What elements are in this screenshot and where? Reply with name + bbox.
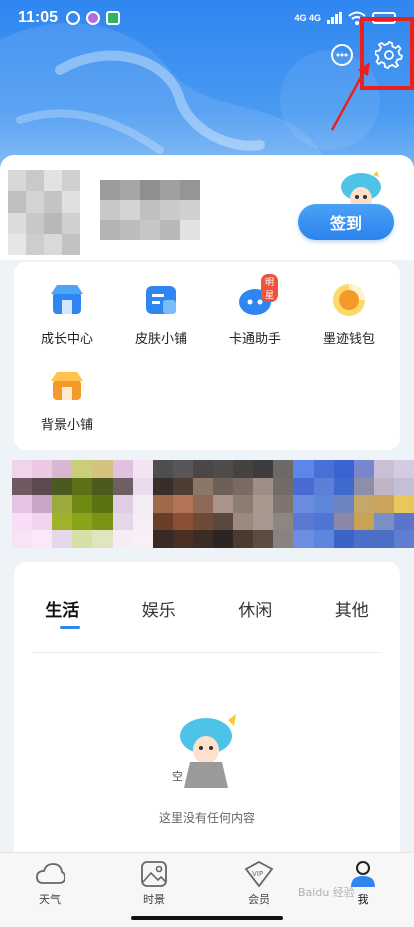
profile-card: 签到 xyxy=(0,155,414,260)
annotation-arrow xyxy=(330,62,370,131)
tool-label: 卡通助手 xyxy=(228,332,281,347)
home-indicator[interactable] xyxy=(131,916,283,920)
avatar[interactable] xyxy=(8,170,80,255)
cloud-icon xyxy=(35,859,66,889)
store-icon xyxy=(49,368,85,404)
tool-growth-center[interactable]: 成长中心 xyxy=(22,282,112,347)
nav-weather[interactable]: 天气 xyxy=(20,859,80,907)
cartoon-icon: 明星 xyxy=(237,274,279,318)
tool-label: 皮肤小铺 xyxy=(134,332,187,347)
tab-life[interactable]: 生活 xyxy=(14,596,111,621)
tool-badge: 明星 xyxy=(261,274,279,302)
status-time: 11:05 xyxy=(18,9,59,26)
tab-other[interactable]: 其他 xyxy=(304,596,401,621)
nav-label: 时景 xyxy=(143,893,165,906)
nav-label: 天气 xyxy=(39,893,61,906)
nav-membership[interactable]: VIP 会员 xyxy=(229,859,289,907)
tools-card: 成长中心 皮肤小铺 明星 卡通助手 墨迹钱包 背景小铺 xyxy=(14,262,400,450)
tool-background-store[interactable]: 背景小铺 xyxy=(22,368,112,433)
vip-icon: VIP xyxy=(244,859,274,889)
divider xyxy=(32,652,382,653)
tool-label: 背景小铺 xyxy=(40,418,93,433)
status-bar: 11:05 4G 4G xyxy=(0,0,414,36)
tool-label: 墨迹钱包 xyxy=(322,332,375,347)
shop-icon xyxy=(49,282,85,318)
username xyxy=(100,180,200,240)
nav-scenes[interactable]: 时景 xyxy=(124,859,184,907)
tool-cartoon-assistant[interactable]: 明星 卡通助手 xyxy=(210,274,300,347)
app-notification-icon xyxy=(86,11,101,25)
network-label: 4G 4G xyxy=(294,13,321,23)
banner-image[interactable] xyxy=(12,460,414,548)
tool-wallet[interactable]: 墨迹钱包 xyxy=(304,282,394,347)
active-tab-indicator xyxy=(60,626,80,629)
svg-text:空: 空 xyxy=(172,769,183,783)
signal-icon xyxy=(327,12,342,24)
alarm-icon xyxy=(66,11,81,25)
nav-label: 会员 xyxy=(248,893,270,906)
wallet-icon xyxy=(331,282,367,318)
empty-state-illustration: 空 xyxy=(172,714,236,788)
tab-entertainment[interactable]: 娱乐 xyxy=(111,596,208,621)
svg-text:VIP: VIP xyxy=(252,870,263,878)
app-notification-icon xyxy=(106,11,121,25)
category-tabs-card: 生活 娱乐 休闲 其他 空 这里没有任何内容 xyxy=(14,562,400,862)
tool-skin-shop[interactable]: 皮肤小铺 xyxy=(116,282,206,347)
watermark: Baidu 经验 xyxy=(298,886,355,899)
empty-state-text: 这里没有任何内容 xyxy=(158,811,255,825)
image-icon xyxy=(139,859,169,889)
category-tabs: 生活 娱乐 休闲 其他 xyxy=(14,596,400,621)
skin-icon xyxy=(143,282,179,318)
checkin-button[interactable]: 签到 xyxy=(298,204,394,240)
tool-label: 成长中心 xyxy=(40,332,93,347)
tab-leisure[interactable]: 休闲 xyxy=(207,596,304,621)
